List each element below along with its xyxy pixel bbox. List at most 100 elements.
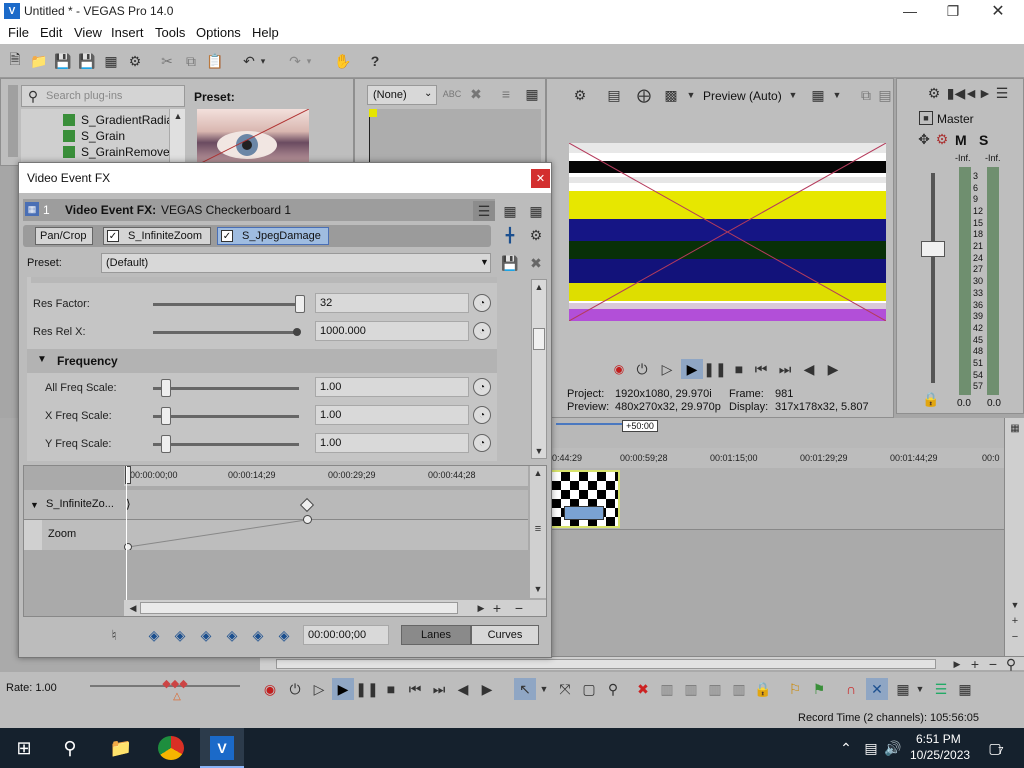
plugin-search-box[interactable]: ⚲ Search plug-ins — [21, 85, 185, 107]
sync-cursor-icon[interactable]: ♮ — [105, 625, 123, 645]
loop-icon[interactable]: ⏻ — [633, 361, 651, 377]
paste-icon[interactable]: 📋 — [206, 52, 224, 70]
timeline-vscroll[interactable]: ▦ ▼ + − — [1004, 418, 1024, 662]
insert-bus-icon[interactable]: ▮◀ — [947, 83, 965, 103]
go-to-start-icon[interactable]: ⏮ — [406, 680, 424, 698]
marker-icon[interactable]: ⚐ — [786, 680, 804, 698]
copy-snapshot-icon[interactable]: ⧉ — [857, 85, 875, 105]
scroll-down-icon[interactable]: ▼ — [1007, 598, 1023, 612]
animate-icon[interactable]: ◔ — [473, 434, 491, 452]
add-keyframe-icon[interactable]: ◈ — [249, 625, 267, 645]
chrome-icon[interactable] — [158, 736, 184, 760]
clear-icon[interactable]: ✖ — [467, 85, 485, 103]
file-explorer-icon[interactable]: 📁 — [108, 736, 134, 760]
add-fx-icon[interactable]: ╋ — [501, 225, 519, 245]
trim-icon[interactable]: ▥ — [730, 680, 748, 698]
save-snapshot-icon[interactable]: ▤ — [877, 85, 893, 105]
zoom-tool-icon[interactable]: ⚲ — [604, 680, 622, 698]
timeline-hscroll[interactable]: ▶ + − ⚲ — [260, 656, 1024, 672]
tab-lanes[interactable]: Lanes — [401, 625, 471, 645]
copy-icon[interactable]: ⧉ — [182, 52, 200, 70]
menu-options[interactable]: Options — [196, 25, 241, 40]
save-as-icon[interactable]: 💾 — [78, 52, 96, 70]
play-icon[interactable]: ▶ — [681, 359, 703, 379]
res-rel-x-slider[interactable] — [293, 328, 301, 336]
last-keyframe-icon[interactable]: ◈ — [223, 625, 241, 645]
res-rel-x-field[interactable]: 1000.000 — [315, 321, 469, 341]
split-icon[interactable]: ▥ — [706, 680, 724, 698]
rate-slider-thumb[interactable]: ◆◆◆ — [162, 676, 188, 690]
cut-icon[interactable]: ✂ — [158, 52, 176, 70]
marker-tag[interactable]: +50:00 — [622, 420, 658, 432]
play-icon[interactable]: ▶ — [332, 678, 354, 700]
split-screen-icon[interactable]: ⨁ — [635, 85, 653, 105]
chain-pan-crop[interactable]: Pan/Crop — [35, 227, 93, 245]
loop-icon[interactable]: ⏻ — [286, 680, 304, 698]
redo-dropdown-icon[interactable]: ▾ — [304, 52, 314, 70]
frequency-section-header[interactable]: ▼ Frequency — [27, 349, 497, 373]
envelope-tool-icon[interactable]: ⤧ — [556, 680, 574, 698]
go-to-end-icon[interactable]: ⏭ — [777, 361, 793, 377]
trimmer-dropdown[interactable]: (None) ⌄ — [367, 85, 437, 105]
normal-edit-tool-icon[interactable]: ↖ — [514, 678, 536, 700]
video-fx-icon[interactable]: ▩ — [663, 85, 679, 105]
trim-start-icon[interactable]: ▥ — [658, 680, 676, 698]
preset-thumbnail[interactable] — [197, 109, 309, 165]
scroll-up-icon[interactable]: ▲ — [532, 280, 546, 294]
grid-view-icon[interactable]: ▦ — [501, 201, 519, 221]
delete-keyframe-icon[interactable]: ◈ — [275, 625, 293, 645]
scroll-thumb[interactable] — [533, 328, 545, 350]
go-to-start-icon[interactable]: ⏮ — [753, 361, 769, 377]
windows-start-icon[interactable]: ⊞ — [12, 736, 36, 760]
render-icon[interactable]: ▦ — [102, 52, 120, 70]
param-scrollbar[interactable]: ▲ ▼ — [531, 279, 547, 459]
scroll-down-icon[interactable]: ▼ — [532, 444, 546, 458]
trimmer-options-icon[interactable]: ▦ — [523, 85, 541, 103]
x-freq-scale-slider[interactable] — [161, 407, 171, 425]
mute-button[interactable]: M — [955, 132, 967, 148]
downmix-icon[interactable]: ◄► — [964, 83, 992, 103]
delete-preset-icon[interactable]: ✖ — [527, 253, 545, 273]
properties-gear-icon[interactable]: ⚙ — [126, 52, 144, 70]
undo-dropdown-icon[interactable]: ▾ — [258, 52, 268, 70]
scroll-right-icon[interactable]: ▶ — [950, 657, 964, 671]
volume-icon[interactable]: 🔊 — [884, 740, 902, 756]
new-file-icon[interactable]: 🗎 — [6, 51, 24, 70]
search-icon[interactable]: ⚲ — [58, 736, 82, 760]
pause-icon[interactable]: ❚❚ — [355, 680, 378, 698]
restore-icon[interactable]: ❐ — [941, 0, 965, 22]
keyframe-vscroll[interactable]: ▲ ≡ ▼ — [530, 466, 546, 598]
stop-icon[interactable]: ■ — [382, 680, 400, 698]
keyframe-hscroll[interactable]: ◀ ▶ + − — [124, 600, 546, 616]
hscroll-thumb[interactable] — [140, 602, 458, 614]
trim-end-icon[interactable]: ▥ — [682, 680, 700, 698]
undo-icon[interactable]: ↶ — [240, 52, 258, 70]
enable-checkbox-icon[interactable]: ✓ — [107, 230, 119, 242]
x-freq-scale-field[interactable]: 1.00 — [315, 405, 469, 425]
previous-frame-icon[interactable]: ◀ — [801, 361, 817, 377]
chevron-down-icon[interactable]: ▼ — [914, 680, 926, 698]
next-keyframe-icon[interactable]: ◈ — [197, 625, 215, 645]
menu-view[interactable]: View — [74, 25, 102, 40]
track-list-icon[interactable]: ▦ — [1007, 420, 1023, 436]
preview-quality[interactable]: Preview (Auto) — [703, 89, 782, 103]
auto-ripple-icon[interactable]: ▦ — [894, 680, 912, 698]
open-folder-icon[interactable]: 📁 — [30, 52, 48, 70]
menu-edit[interactable]: Edit — [40, 25, 62, 40]
close-icon[interactable]: ✕ — [986, 0, 1010, 22]
res-factor-slider[interactable] — [295, 295, 305, 313]
zoom-in-horizontal-icon[interactable]: + — [968, 656, 982, 672]
remove-fx-icon[interactable]: ⚙ — [527, 225, 545, 245]
zoom-out-horizontal-icon[interactable]: − — [986, 656, 1000, 672]
close-icon[interactable]: ✕ — [531, 169, 550, 188]
chevron-down-icon[interactable]: ▼ — [538, 680, 550, 698]
pan-icon[interactable]: ✥ — [917, 131, 931, 147]
animate-icon[interactable]: ◔ — [473, 406, 491, 424]
timecode-field[interactable]: 00:00:00;00 — [303, 625, 389, 645]
animate-icon[interactable]: ◔ — [473, 378, 491, 396]
chevron-down-icon[interactable]: ▼ — [787, 85, 799, 105]
save-icon[interactable]: 💾 — [54, 52, 72, 70]
first-keyframe-icon[interactable]: ◈ — [145, 625, 163, 645]
spellcheck-icon[interactable]: ABC — [443, 85, 462, 103]
lock-icon[interactable]: 🔒 — [754, 680, 772, 698]
